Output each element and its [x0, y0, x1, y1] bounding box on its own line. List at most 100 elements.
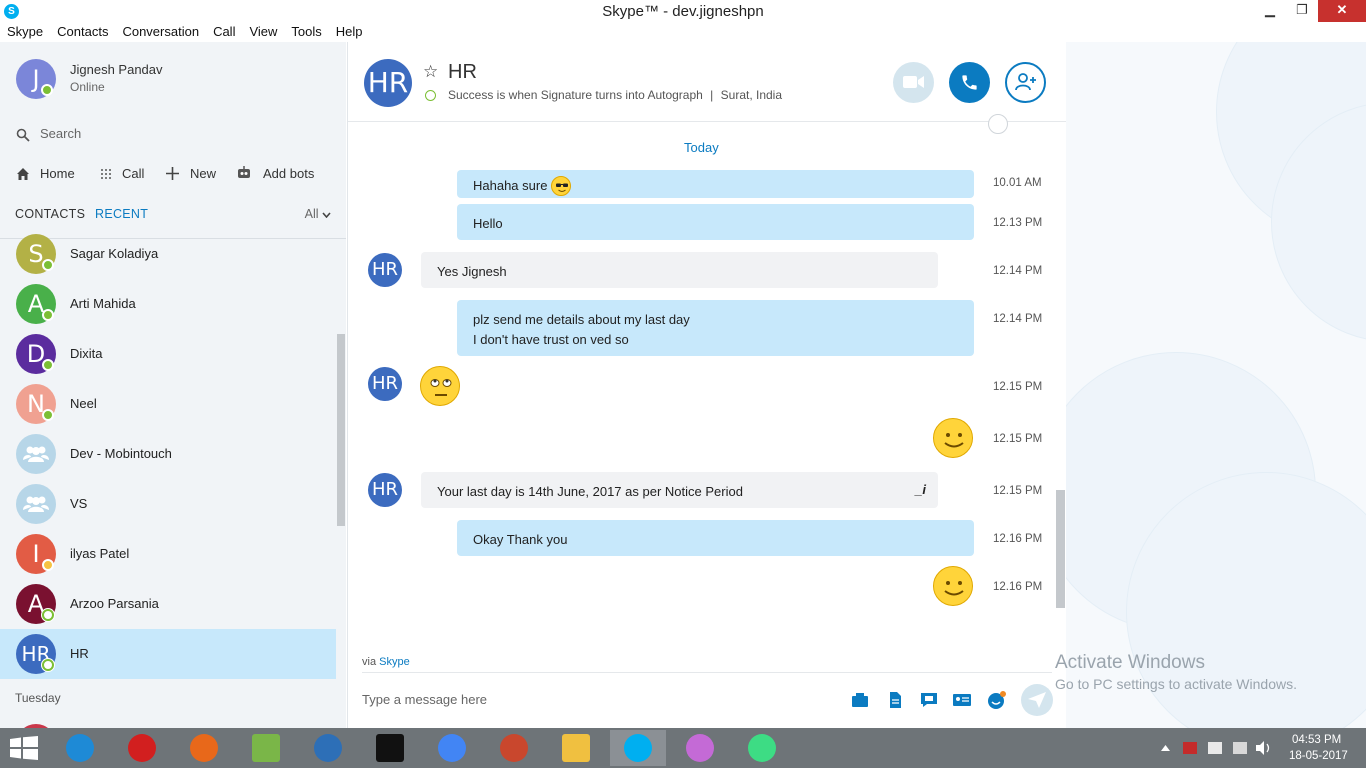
audio-call-button[interactable]: [949, 62, 990, 103]
chrome-icon: [438, 734, 466, 762]
taskbar-app-internet-explorer[interactable]: [52, 730, 108, 766]
menu-tools[interactable]: Tools: [284, 24, 328, 42]
menu-view[interactable]: View: [242, 24, 284, 42]
send-file-icon[interactable]: [886, 692, 904, 708]
video-message-icon[interactable]: [920, 692, 938, 708]
contact-name: ilyas Patel: [70, 546, 130, 561]
taskbar-app-firefox[interactable]: [176, 730, 232, 766]
message-bubble[interactable]: Your last day is 14th June, 2017 as per …: [421, 472, 938, 508]
taskbar-app-command-prompt[interactable]: [362, 730, 418, 766]
taskbar: 04:53 PM 18-05-2017: [0, 728, 1366, 768]
new-button[interactable]: New: [190, 166, 216, 181]
profile-name[interactable]: Jignesh Pandav: [70, 62, 163, 77]
message-bubble[interactable]: plz send me details about my last day I d…: [457, 300, 974, 356]
taskbar-app-chrome[interactable]: [424, 730, 480, 766]
tab-contacts[interactable]: CONTACTS: [15, 207, 85, 221]
restore-button[interactable]: ❐: [1286, 0, 1318, 22]
contact-name: Dev - Mobintouch: [70, 446, 172, 461]
sidebar: J Jignesh Pandav Online Search Home Call…: [0, 42, 346, 728]
message-bubble[interactable]: Hahaha sure: [457, 170, 974, 198]
taskbar-app-android-studio[interactable]: [734, 730, 790, 766]
presence-icon: [425, 90, 436, 101]
contact-item-ilyas-patel[interactable]: Iilyas Patel: [0, 529, 336, 579]
contact-item-arzoo-parsania[interactable]: A Arzoo Parsania: [0, 579, 336, 629]
flag-icon[interactable]: [1183, 742, 1197, 754]
window-title: Skype™ - dev.jigneshpn: [602, 3, 764, 20]
home-button[interactable]: Home: [40, 166, 75, 181]
menu-help[interactable]: Help: [329, 24, 370, 42]
taskbar-app-filezilla[interactable]: [486, 730, 542, 766]
via-skype-link[interactable]: Skype: [379, 656, 410, 668]
message-text: plz send me details about my last day: [473, 312, 690, 327]
call-button[interactable]: Call: [122, 166, 144, 181]
menu-skype[interactable]: Skype: [0, 24, 50, 42]
taskbar-app-virtualbox[interactable]: [300, 730, 356, 766]
message-text: Hello: [473, 216, 503, 231]
emoticon-icon[interactable]: [987, 690, 1007, 710]
taskbar-app-skype[interactable]: [610, 730, 666, 766]
avatar[interactable]: HR: [364, 59, 412, 107]
conversation-title[interactable]: HR: [448, 61, 477, 84]
dialpad-icon: [101, 169, 111, 179]
sender-avatar[interactable]: HR: [368, 473, 402, 507]
notepad-plus-plus-icon: [252, 734, 280, 762]
search-box[interactable]: Search: [16, 126, 336, 146]
menu-call[interactable]: Call: [206, 24, 242, 42]
message-timestamp: 12.16 PM: [993, 533, 1043, 545]
profile-status[interactable]: Online: [70, 80, 105, 94]
add-bots-button[interactable]: Add bots: [263, 166, 314, 181]
favorite-star-icon[interactable]: ☆: [423, 62, 438, 82]
add-people-button[interactable]: [1005, 62, 1046, 103]
taskbar-app-picasa[interactable]: [672, 730, 728, 766]
android-studio-icon: [748, 734, 776, 762]
action-center-icon[interactable]: [1208, 742, 1222, 754]
clock-date[interactable]: 18-05-2017: [1289, 750, 1348, 762]
contact-item-dev-mobintouch[interactable]: Dev - Mobintouch: [0, 429, 336, 479]
contact-card-icon[interactable]: [953, 692, 971, 708]
taskbar-app-notepad-plus-plus[interactable]: [238, 730, 294, 766]
search-icon: [16, 128, 30, 142]
contact-item-dixita[interactable]: D Dixita: [0, 329, 336, 379]
menu-conversation[interactable]: Conversation: [115, 24, 206, 42]
message-bubble[interactable]: Yes Jignesh: [421, 252, 938, 288]
contact-item-arti-mahida[interactable]: A Arti Mahida: [0, 279, 336, 329]
send-contacts-icon[interactable]: [851, 692, 869, 708]
contact-name: Arti Mahida: [70, 296, 136, 311]
send-button[interactable]: [1021, 684, 1053, 716]
filter-dropdown[interactable]: All: [305, 207, 331, 221]
contact-name: Dixita: [70, 346, 103, 361]
show-hidden-icons-icon[interactable]: [1161, 744, 1170, 752]
online-status-icon: [42, 259, 54, 271]
sender-avatar[interactable]: HR: [368, 367, 402, 401]
sender-avatar[interactable]: HR: [368, 253, 402, 287]
contact-item-hr[interactable]: HR HR: [0, 629, 336, 679]
mood-message: Success is when Signature turns into Aut…: [448, 88, 782, 102]
taskbar-app-file-explorer[interactable]: [548, 730, 604, 766]
contact-item-vs[interactable]: VS: [0, 479, 336, 529]
windows-start-icon[interactable]: [10, 736, 38, 760]
message-text: Your last day is 14th June, 2017 as per …: [437, 484, 743, 499]
message-bubble[interactable]: Hello: [457, 204, 974, 240]
network-icon[interactable]: [1233, 742, 1247, 754]
contact-item-neel[interactable]: N Neel: [0, 379, 336, 429]
contact-item-sagar-koladiya[interactable]: S Sagar Koladiya: [0, 229, 336, 279]
clock-time[interactable]: 04:53 PM: [1292, 734, 1341, 746]
message-input[interactable]: Type a message here: [362, 692, 487, 707]
emoji-wrapper: [551, 176, 575, 196]
menu-contacts[interactable]: Contacts: [50, 24, 115, 42]
file-explorer-icon: [562, 734, 590, 762]
close-button[interactable]: ✕: [1318, 0, 1366, 22]
video-camera-icon: [903, 76, 924, 88]
minimize-button[interactable]: ▁: [1254, 0, 1286, 22]
volume-icon[interactable]: [1256, 741, 1272, 755]
avatar: [16, 484, 56, 524]
video-call-button[interactable]: [893, 62, 934, 103]
sidebar-scrollbar[interactable]: [337, 334, 345, 526]
globe-icon[interactable]: [988, 114, 1008, 134]
edited-message-icon[interactable]: _i: [915, 480, 926, 500]
message-bubble[interactable]: Okay Thank you: [457, 520, 974, 556]
send-icon: [1028, 692, 1046, 708]
taskbar-app-opera[interactable]: [114, 730, 170, 766]
conversation-scrollbar[interactable]: [1056, 490, 1065, 608]
tab-recent[interactable]: RECENT: [95, 207, 148, 221]
